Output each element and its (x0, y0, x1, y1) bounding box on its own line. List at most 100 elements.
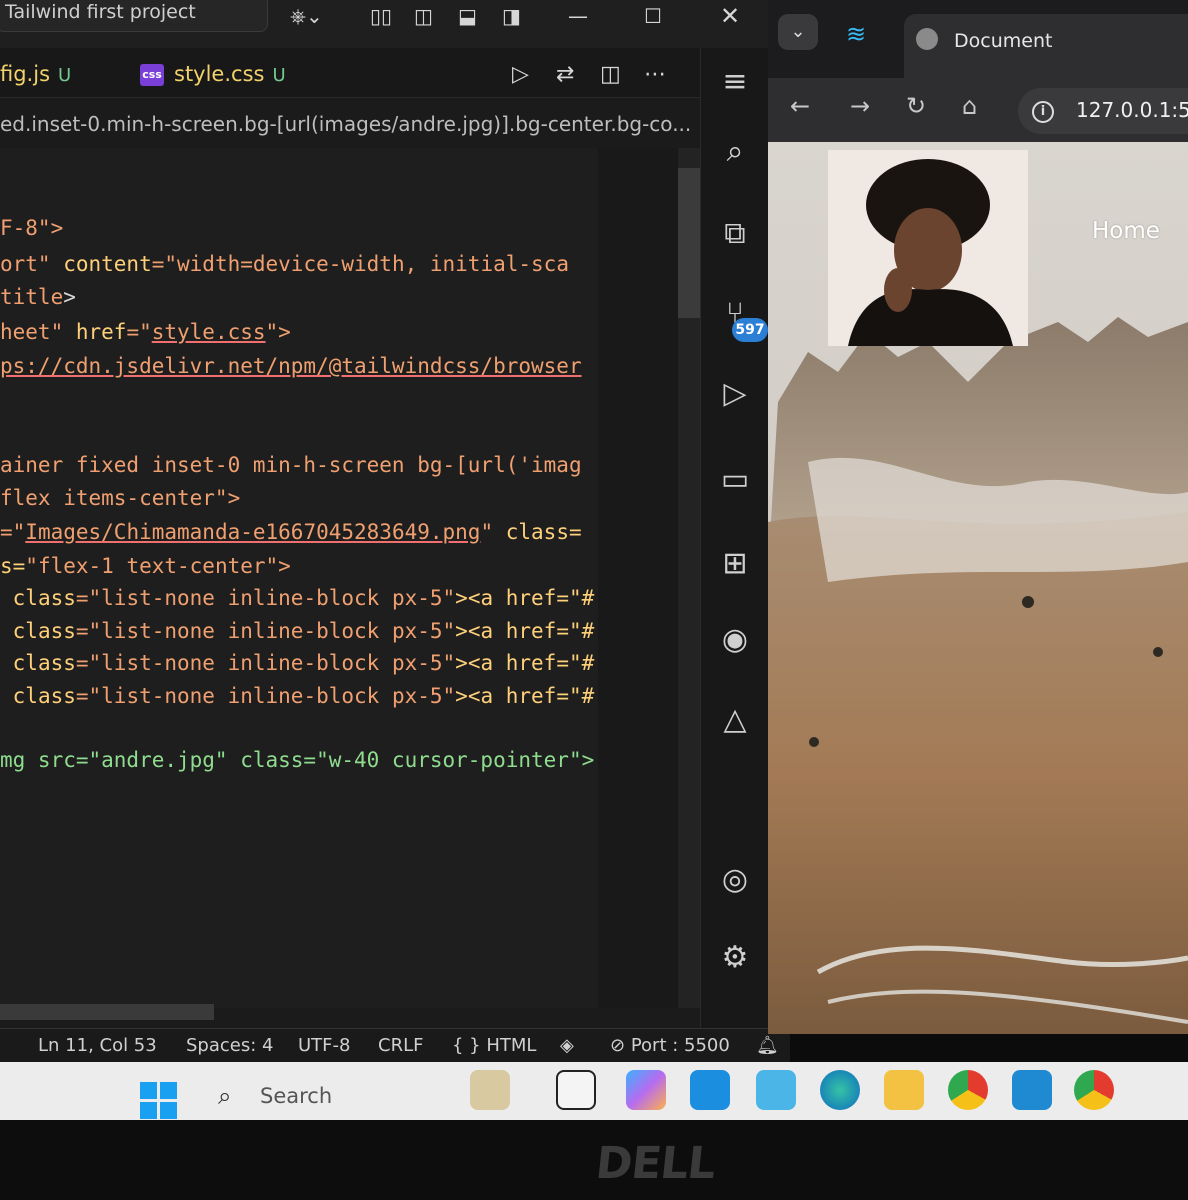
copilot-app-icon[interactable] (626, 1070, 666, 1110)
windows-taskbar: ⌕ Search (0, 1062, 1188, 1120)
tab-search-button[interactable]: ⌄ (778, 14, 818, 50)
file-explorer-icon[interactable] (884, 1070, 924, 1110)
url-text: 127.0.0.1:55 (1076, 98, 1188, 122)
browser-toolbar: ← → ↻ ⌂ 127.0.0.1:55 i (768, 78, 1188, 142)
code-line: flex items-center"> (0, 486, 241, 510)
back-icon[interactable]: ← (790, 92, 810, 120)
code-line: heet" href="style.css"> (0, 320, 291, 344)
minimize-icon[interactable]: — (568, 4, 588, 28)
tab-label: fig.js (0, 62, 51, 86)
compare-changes-icon[interactable]: ⇄ (556, 62, 574, 87)
code-line: class="list-none inline-block px-5"><a h… (12, 684, 595, 708)
code-line: s="flex-1 text-center"> (0, 554, 291, 578)
extensions-icon[interactable]: ⊞ (715, 544, 755, 584)
code-line: title> (0, 285, 76, 309)
code-line: F-8"> (0, 216, 64, 240)
run-debug-icon[interactable]: ▷ (715, 374, 755, 414)
dell-logo: DELL (593, 1138, 718, 1189)
layout-customize-icon[interactable]: ▯▯ (370, 4, 392, 28)
untracked-badge: U (58, 65, 72, 86)
accounts-icon[interactable]: ◎ (715, 860, 755, 900)
search-icon: ⌕ (218, 1082, 232, 1110)
site-info-icon[interactable]: i (1032, 101, 1054, 123)
code-line: ps://cdn.jsdelivr.net/npm/@tailwindcss/b… (0, 354, 582, 378)
encoding[interactable]: UTF-8 (298, 1035, 350, 1056)
source-control-badge: 597 (732, 318, 768, 342)
notepad-icon[interactable] (756, 1070, 796, 1110)
vscode-window: Tailwind first project ⎈⌄ ▯▯ ◫ ⬓ ◨ — ☐ ✕… (0, 0, 790, 1062)
indentation[interactable]: Spaces: 4 (186, 1035, 273, 1056)
menu-icon[interactable]: ≡ (715, 62, 755, 102)
nav-link-home[interactable]: Home (1092, 218, 1160, 244)
page-viewport: Home (768, 142, 1188, 1034)
status-bar: Ln 11, Col 53 Spaces: 4 UTF-8 CRLF { } H… (0, 1028, 790, 1062)
vscode-taskbar-icon[interactable] (1012, 1070, 1052, 1110)
search-icon[interactable]: ⌕ (715, 132, 755, 172)
scroll-thumb[interactable] (678, 168, 700, 318)
code-editor[interactable]: F-8"> ort" content="width=device-width, … (0, 148, 700, 1008)
chrome-profile-icon[interactable] (1074, 1070, 1114, 1110)
toggle-secondary-sidebar-icon[interactable]: ◨ (502, 4, 521, 28)
breadcrumb[interactable]: ed.inset-0.min-h-screen.bg-[url(images/a… (0, 112, 700, 144)
edge-icon[interactable] (820, 1070, 860, 1110)
language-mode[interactable]: { } HTML (452, 1035, 536, 1056)
minimap[interactable] (598, 148, 678, 1008)
code-line: class="list-none inline-block px-5"><a h… (12, 586, 595, 610)
portrait-illustration (828, 150, 1028, 346)
browser-window: ⌄ ≋ Document ← → ↻ ⌂ 127.0.0.1:55 i (768, 0, 1188, 1034)
tab-config-js[interactable]: fig.js U (0, 56, 71, 92)
search-label: Search (260, 1084, 333, 1108)
home-icon[interactable]: ⌂ (962, 92, 977, 120)
code-line: class="list-none inline-block px-5"><a h… (12, 619, 595, 643)
port-label: Port : 5500 (630, 1035, 730, 1056)
close-icon[interactable]: ✕ (720, 4, 740, 28)
browser-tab-strip: ⌄ ≋ Document (768, 0, 1188, 78)
reload-icon[interactable]: ↻ (906, 92, 926, 120)
task-view-icon[interactable] (556, 1070, 596, 1110)
titlebar: Tailwind first project ⎈⌄ ▯▯ ◫ ⬓ ◨ — ☐ ✕ (0, 0, 768, 48)
taskbar-search[interactable]: ⌕ Search (214, 1076, 444, 1116)
live-server-port[interactable]: ⊘ Port : 5500 (610, 1035, 730, 1056)
toggle-sidebar-icon[interactable]: ◫ (414, 4, 433, 28)
line-ending[interactable]: CRLF (378, 1035, 423, 1056)
tab-label: style.css (174, 62, 265, 86)
remote-explorer-icon[interactable]: ▭ (715, 460, 755, 500)
code-line: ainer fixed inset-0 min-h-screen bg-[url… (0, 453, 582, 477)
author-portrait-image[interactable] (828, 150, 1028, 346)
browser-tab-title: Document (954, 30, 1053, 52)
screen: Tailwind first project ⎈⌄ ▯▯ ◫ ⬓ ◨ — ☐ ✕… (0, 0, 1188, 1200)
code-line: mg src="andre.jpg" class="w-40 cursor-po… (0, 748, 595, 772)
chrome-icon[interactable] (948, 1070, 988, 1110)
code-line: ort" content="width=device-width, initia… (0, 252, 569, 276)
code-line: class="list-none inline-block px-5"><a h… (12, 651, 595, 675)
copilot-status-icon[interactable]: ◈ (560, 1035, 574, 1056)
editor-tabs: fig.js U css style.css U ▷ ⇄ ◫ ⋯ (0, 48, 700, 98)
run-icon[interactable]: ▷ (512, 62, 529, 87)
copilot-icon[interactable]: ⎈⌄ (290, 4, 323, 28)
microsoft-store-icon[interactable] (690, 1070, 730, 1110)
notifications-icon[interactable]: 🔔︎ (756, 1035, 779, 1056)
horizontal-scrollbar[interactable] (0, 1004, 214, 1020)
split-editor-icon[interactable]: ◫ (600, 62, 621, 87)
css-file-icon: css (140, 64, 164, 86)
cursor-position[interactable]: Ln 11, Col 53 (38, 1035, 157, 1056)
project-title: Tailwind first project (5, 1, 196, 23)
start-button[interactable] (140, 1082, 178, 1120)
toggle-panel-icon[interactable]: ⬓ (458, 4, 477, 28)
activity-bar: ≡ ⌕ ⧉ ⑂ ▷ ▭ ⊞ ◉ △ ◎ ⚙ (700, 48, 768, 1028)
github-icon[interactable]: ◉ (715, 620, 755, 660)
tailwind-triangle-icon[interactable]: △ (715, 700, 755, 740)
globe-icon (916, 28, 938, 50)
gear-icon[interactable]: ⚙ (715, 938, 755, 978)
browser-tab-document[interactable]: Document (904, 14, 1188, 78)
untracked-badge: U (272, 65, 286, 86)
forward-icon[interactable]: → (850, 92, 870, 120)
vertical-scrollbar[interactable] (678, 148, 700, 1008)
widgets-icon[interactable] (470, 1070, 510, 1110)
explorer-icon[interactable]: ⧉ (715, 214, 755, 254)
command-center[interactable]: Tailwind first project (0, 0, 268, 32)
tab-style-css[interactable]: css style.css U (140, 56, 286, 92)
more-actions-icon[interactable]: ⋯ (644, 62, 666, 87)
tailwind-logo-icon[interactable]: ≋ (846, 20, 866, 48)
maximize-icon[interactable]: ☐ (644, 4, 662, 28)
